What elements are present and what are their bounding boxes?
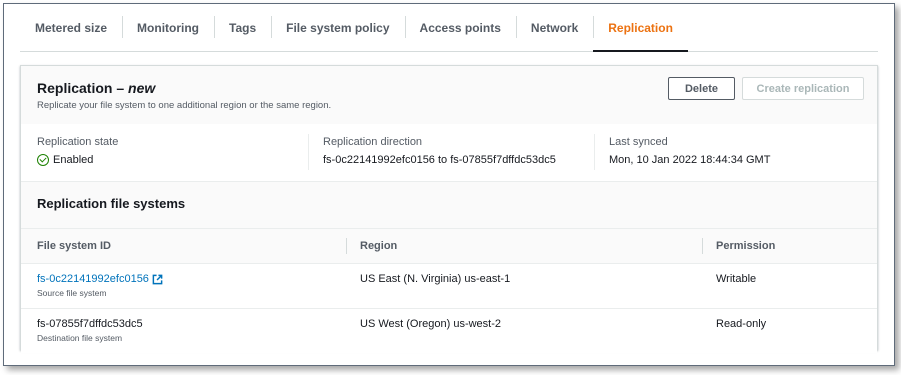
source-file-system-link[interactable]: fs-0c22141992efc0156	[37, 273, 163, 285]
cell-permission: Writable	[716, 273, 757, 285]
tab-monitoring[interactable]: Monitoring	[122, 4, 214, 51]
file-systems-header: Replication file systems	[21, 181, 877, 229]
column-divider	[346, 238, 347, 254]
state-column: Replication state Enabled	[37, 136, 118, 166]
cell-permission: Read-only	[716, 318, 767, 330]
panel-header: Replication – new Replicate your file sy…	[21, 66, 877, 125]
panel-title-text: Replication	[37, 80, 113, 96]
panel-title-separator: –	[112, 80, 129, 96]
tab-tags[interactable]: Tags	[214, 4, 271, 51]
state-label: Replication state	[37, 136, 119, 148]
tab-bar: Metered size Monitoring Tags File system…	[20, 4, 878, 52]
synced-label: Last synced	[609, 136, 668, 148]
panel-title: Replication – new	[37, 80, 155, 96]
panel-description: Replicate your file system to one additi…	[37, 100, 332, 111]
destination-label: Destination file system	[37, 333, 123, 343]
tab-access-points[interactable]: Access points	[404, 4, 516, 51]
column-header-region: Region	[360, 240, 398, 252]
source-id: fs-0c22141992efc0156	[37, 273, 149, 285]
synced-column: Last synced Mon, 10 Jan 2022 18:44:34 GM…	[609, 136, 770, 166]
table-row: fs-0c22141992efc0156 Source file system …	[21, 264, 877, 309]
window-frame: Metered size Monitoring Tags File system…	[3, 3, 895, 366]
file-systems-table: File system ID Region Permission fs-0c22…	[21, 228, 877, 353]
tab-replication[interactable]: Replication	[593, 4, 688, 52]
synced-value: Mon, 10 Jan 2022 18:44:34 GMT	[609, 154, 771, 166]
source-label: Source file system	[37, 288, 107, 298]
table-row: fs-07855f7dffdc53dc5 Destination file sy…	[21, 309, 877, 353]
external-link-icon	[152, 274, 163, 284]
cell-region: US East (N. Virginia) us-east-1	[360, 273, 511, 285]
divider	[308, 134, 309, 170]
direction-value: fs-0c22141992efc0156 to fs-07855f7dffdc5…	[323, 154, 556, 166]
cell-region: US West (Oregon) us-west-2	[360, 318, 502, 330]
section-title: Replication file systems	[37, 196, 186, 211]
state-value: Enabled	[37, 154, 118, 166]
column-header-permission: Permission	[716, 240, 776, 252]
column-divider	[702, 238, 703, 254]
table-header: File system ID Region Permission	[21, 228, 877, 264]
create-replication-button[interactable]: Create replication	[742, 77, 864, 100]
check-circle-icon	[37, 154, 49, 166]
tab-network[interactable]: Network	[515, 4, 593, 51]
tab-file-system-policy[interactable]: File system policy	[271, 4, 404, 51]
cell-id: fs-07855f7dffdc53dc5 Destination file sy…	[37, 318, 143, 343]
tab-metered-size[interactable]: Metered size	[20, 4, 122, 51]
new-badge: new	[128, 80, 156, 96]
direction-column: Replication direction fs-0c22141992efc01…	[323, 136, 556, 166]
cell-id: fs-0c22141992efc0156 Source file system	[37, 273, 163, 298]
direction-label: Replication direction	[323, 136, 423, 148]
divider	[594, 134, 595, 170]
state-text: Enabled	[53, 154, 94, 166]
column-header-id: File system ID	[37, 240, 111, 252]
delete-button[interactable]: Delete	[668, 77, 735, 100]
destination-id: fs-07855f7dffdc53dc5	[37, 318, 143, 330]
replication-summary: Replication state Enabled Replication di…	[21, 124, 877, 181]
replication-panel: Replication – new Replicate your file sy…	[20, 65, 878, 353]
